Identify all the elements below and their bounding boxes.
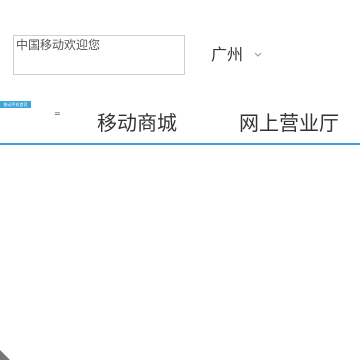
chevron-down-icon[interactable]: [253, 50, 263, 60]
tag-badge-text: 移动手机首页: [3, 102, 28, 107]
menu-mark-icon[interactable]: =: [54, 110, 61, 118]
resize-handle-icon: [0, 350, 10, 360]
nav-divider: [0, 143, 360, 145]
city-selector[interactable]: 广州: [211, 45, 243, 65]
tab-mobile-store[interactable]: 移动商城: [97, 110, 177, 136]
tag-badge[interactable]: 移动手机首页: [0, 101, 31, 108]
page: 中国移动欢迎您 广州 移动手机首页 = 移动商城 网上营业厅: [0, 0, 360, 360]
tab-online-business-hall[interactable]: 网上营业厅: [239, 110, 339, 136]
search-input-text: 中国移动欢迎您: [16, 38, 101, 52]
search-input[interactable]: 中国移动欢迎您: [13, 35, 185, 75]
city-label: 广州: [211, 45, 244, 64]
